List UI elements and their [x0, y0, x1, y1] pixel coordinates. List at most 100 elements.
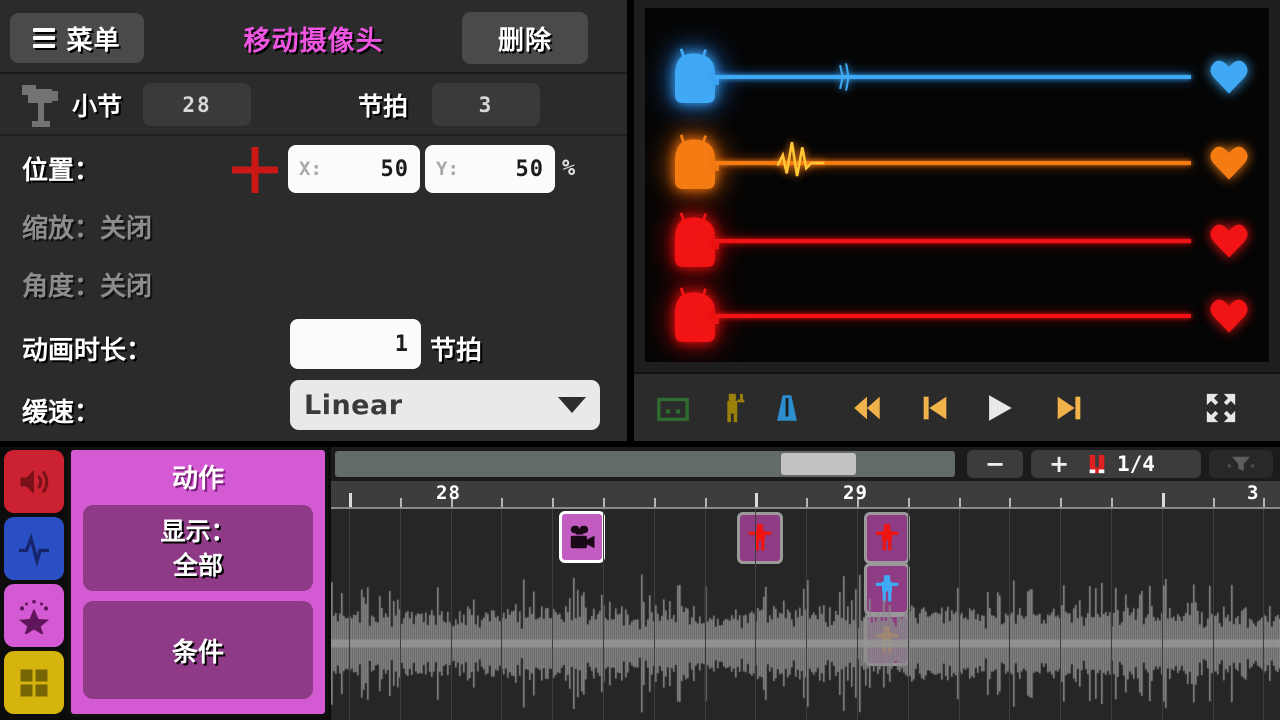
row-1-blue[interactable] [645, 34, 1269, 120]
playback-toolbar [634, 372, 1280, 444]
marker-move-row[interactable] [737, 512, 783, 564]
angle-label: 角度：关闭 [22, 266, 152, 303]
tv-preview-button[interactable] [656, 391, 690, 425]
grid-line [959, 509, 960, 720]
sidebar-item-rows[interactable] [4, 517, 64, 580]
grid-line [1213, 509, 1214, 720]
next-bar-button[interactable] [1052, 391, 1086, 425]
row-heart-icon [1209, 58, 1249, 96]
grid-line [705, 509, 706, 720]
step-forward-icon [1052, 391, 1086, 425]
angle-row[interactable]: 角度：关闭 [0, 256, 627, 314]
grid-line [1263, 509, 1264, 720]
y-key: Y: [436, 158, 459, 180]
grid-line [400, 509, 401, 720]
sidebar-item-sound[interactable] [4, 450, 64, 513]
ruler-bar-number: 3 [1247, 482, 1259, 504]
ruler-tick [1009, 498, 1011, 507]
camera-icon [567, 522, 597, 552]
easing-label: 缓速： [22, 392, 100, 429]
grid-line [501, 509, 502, 720]
inspector-header: 菜单 移动摄像头 删除 [0, 0, 627, 74]
row-character-icon [669, 46, 721, 108]
row-beat-line [715, 75, 1191, 79]
x-input[interactable]: X: 50 [288, 145, 420, 193]
bar-value: 28 [182, 93, 211, 117]
zoom-label: 缩放：关闭 [22, 208, 152, 245]
grid-line [908, 509, 909, 720]
y-value: 50 [516, 157, 545, 182]
zoom-row[interactable]: 缩放：关闭 [0, 198, 627, 256]
inspector-panel: 菜单 移动摄像头 删除 小节 28 节拍 3 [0, 0, 630, 444]
row-2-orange[interactable] [645, 120, 1269, 206]
timeline-scrollbar[interactable] [335, 451, 955, 477]
timeline-grid[interactable] [331, 509, 1280, 720]
chevron-down-icon [558, 397, 586, 413]
y-input[interactable]: Y: 50 [425, 145, 555, 193]
duration-value: 1 [395, 332, 409, 357]
scrollbar-thumb[interactable] [781, 453, 855, 475]
grid-line [1009, 509, 1010, 720]
filter-button[interactable] [1209, 450, 1273, 478]
row-beat-line [715, 239, 1191, 243]
ruler-tick [349, 493, 352, 507]
play-button[interactable] [982, 391, 1016, 425]
zoom-out-button[interactable]: − [967, 450, 1023, 478]
expand-arrows-icon [1204, 391, 1238, 425]
play-icon [982, 391, 1016, 425]
bottom-area: 动作 显示： 全部 条件 − + 1/4 [0, 447, 1280, 720]
row-4-red[interactable] [645, 273, 1269, 359]
beat-label: 节拍 [358, 87, 408, 123]
condition-button[interactable]: 条件 [83, 601, 313, 699]
duration-input[interactable]: 1 [290, 319, 421, 369]
person-icon [716, 391, 750, 425]
metronome-icon [770, 391, 804, 425]
ruler-bar-number: 29 [843, 482, 868, 504]
delete-button[interactable]: 删除 [462, 12, 588, 64]
beat-field[interactable]: 3 [432, 83, 540, 126]
ruler-tick [806, 498, 808, 507]
snap-value: 1/4 [1117, 452, 1155, 476]
position-row: 位置： X: 50 Y: 50 % [0, 136, 627, 198]
ruler-tick [603, 498, 605, 507]
sidebar-item-decoration[interactable] [4, 651, 64, 714]
sidebar-item-actions[interactable] [4, 584, 64, 647]
crosshair-icon[interactable] [232, 147, 278, 193]
row-3-red[interactable] [645, 198, 1269, 284]
grid-line [1111, 509, 1112, 720]
magnet-icon [1086, 453, 1108, 475]
rewind-start-button[interactable] [850, 391, 884, 425]
pulse-icon [16, 531, 52, 567]
x-value: 50 [381, 157, 410, 182]
marker-move-camera[interactable] [559, 511, 605, 563]
easing-select[interactable]: Linear [290, 380, 600, 430]
game-stage[interactable] [645, 8, 1269, 362]
ruler-tick [755, 493, 758, 507]
snap-control[interactable]: 1/4 [1076, 450, 1201, 478]
metronome-button[interactable] [770, 391, 804, 425]
prev-bar-button[interactable] [918, 391, 952, 425]
marker-move-row[interactable] [864, 512, 910, 564]
timeline-toolbar: − + 1/4 [331, 447, 1280, 481]
ruler-tick [400, 498, 402, 507]
grid-line [1060, 509, 1061, 720]
grid-line [603, 509, 604, 720]
bar-field[interactable]: 28 [143, 83, 251, 126]
grid-line [755, 509, 756, 720]
fullscreen-button[interactable] [1204, 391, 1238, 425]
row-character-icon [669, 210, 721, 272]
editor-window: 菜单 移动摄像头 删除 小节 28 节拍 3 [0, 0, 1280, 720]
beat-pulse-icon [775, 137, 827, 189]
ruler-tick [1263, 498, 1265, 507]
timeline-ruler[interactable]: 28293 [331, 481, 1280, 509]
ruler-tick [501, 498, 503, 507]
duration-label: 动画时长： [22, 330, 152, 367]
show-filter-value: 全部 [83, 549, 313, 583]
grid-line [654, 509, 655, 720]
ruler-tick [705, 498, 707, 507]
easing-value: Linear [304, 390, 403, 421]
character-button[interactable] [716, 391, 750, 425]
person-icon [745, 523, 775, 553]
action-panel: 动作 显示： 全部 条件 [68, 447, 328, 717]
show-filter-button[interactable]: 显示： 全部 [83, 505, 313, 591]
